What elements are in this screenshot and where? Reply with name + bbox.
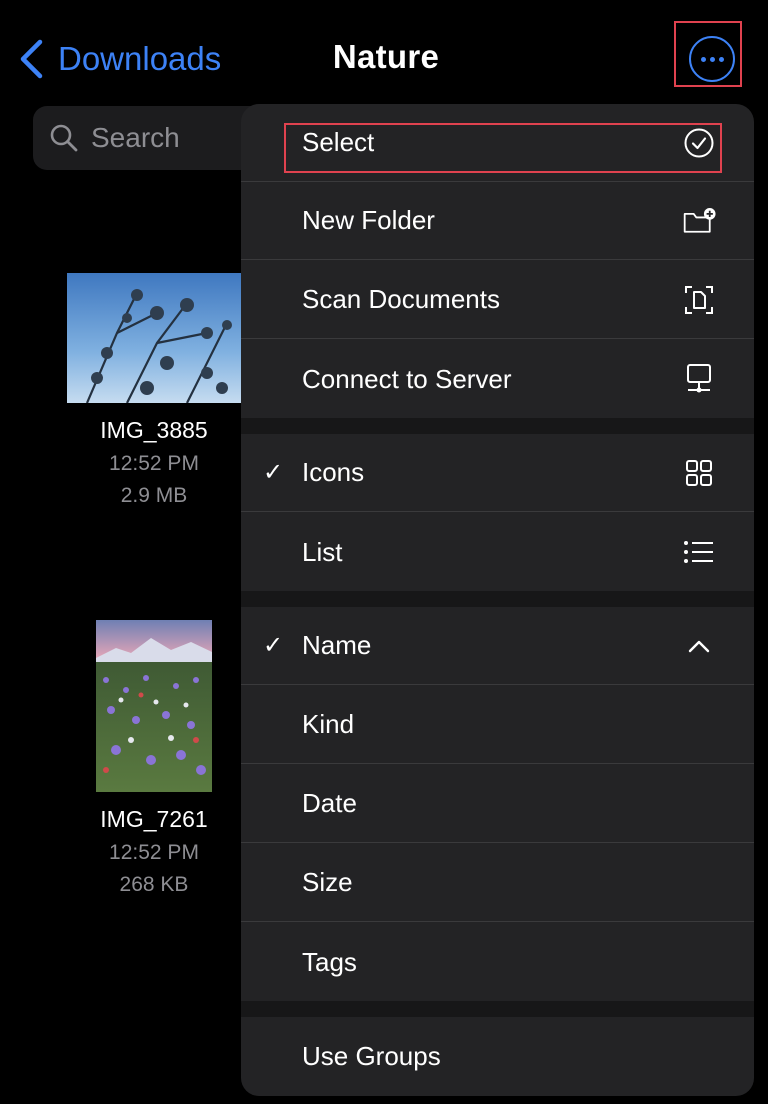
menu-section-separator xyxy=(241,591,754,607)
menu-item-use-groups[interactable]: Use Groups xyxy=(241,1017,754,1095)
menu-item-label: Size xyxy=(302,867,353,897)
menu-section-separator xyxy=(241,1001,754,1017)
file-name: IMG_7261 xyxy=(100,806,208,832)
ellipsis-dot xyxy=(718,56,724,62)
menu-section-separator xyxy=(241,418,754,434)
checkmark-circle-icon xyxy=(682,126,716,160)
menu-item-label: Use Groups xyxy=(302,1040,441,1071)
file-size: 268 KB xyxy=(119,873,189,896)
menu-item-connect-to-server[interactable]: Connect to Server xyxy=(241,340,754,418)
menu-item-select[interactable]: Select xyxy=(241,104,754,182)
checkmark-icon: ✓ xyxy=(263,459,284,486)
file-item[interactable]: IMG_3885 12:52 PM 2.9 MB xyxy=(67,273,241,508)
file-time: 12:52 PM xyxy=(109,452,199,475)
page-title: Nature xyxy=(332,38,440,75)
menu-item-sort-kind[interactable]: Kind xyxy=(241,686,754,764)
chevron-up-icon xyxy=(682,629,716,663)
more-options-button[interactable] xyxy=(689,36,735,82)
folder-plus-icon xyxy=(682,204,716,238)
checkmark-icon: ✓ xyxy=(263,632,284,659)
file-thumbnail xyxy=(96,620,212,792)
menu-item-label: Select xyxy=(302,127,375,157)
menu-item-label: Date xyxy=(302,788,357,818)
menu-item-label: Connect to Server xyxy=(302,363,512,394)
menu-item-label: Icons xyxy=(302,457,365,487)
doc-scanner-icon xyxy=(682,283,716,317)
ellipsis-dot xyxy=(709,56,715,62)
list-icon xyxy=(682,535,716,569)
menu-item-label: New Folder xyxy=(302,205,435,235)
menu-item-sort-size[interactable]: Size xyxy=(241,844,754,922)
search-placeholder: Search xyxy=(91,122,180,153)
menu-item-sort-date[interactable]: Date xyxy=(241,765,754,843)
menu-item-label: Tags xyxy=(302,946,357,977)
file-item[interactable]: IMG_7261 12:52 PM 268 KB xyxy=(67,620,241,897)
menu-item-icons[interactable]: ✓ Icons xyxy=(241,434,754,512)
menu-item-label: Scan Documents xyxy=(302,284,500,314)
file-size: 2.9 MB xyxy=(120,484,188,507)
menu-item-sort-name[interactable]: ✓ Name xyxy=(241,607,754,685)
menu-item-label: List xyxy=(302,536,343,567)
menu-item-scan-documents[interactable]: Scan Documents xyxy=(241,261,754,339)
more-options-menu: Select New Folder Scan Documents Connect… xyxy=(241,104,754,1096)
menu-item-sort-tags[interactable]: Tags xyxy=(241,923,754,1001)
menu-item-list[interactable]: List xyxy=(241,513,754,591)
ellipsis-icon xyxy=(700,56,706,62)
menu-item-new-folder[interactable]: New Folder xyxy=(241,182,754,260)
file-time: 12:52 PM xyxy=(109,841,199,864)
menu-item-label: Kind xyxy=(302,709,355,739)
desktop-server-icon xyxy=(682,362,716,396)
search-icon xyxy=(50,124,78,152)
grid-icon xyxy=(682,456,716,490)
file-thumbnail xyxy=(67,273,241,403)
menu-item-label: Name xyxy=(302,630,372,660)
file-name: IMG_3885 xyxy=(100,417,208,443)
